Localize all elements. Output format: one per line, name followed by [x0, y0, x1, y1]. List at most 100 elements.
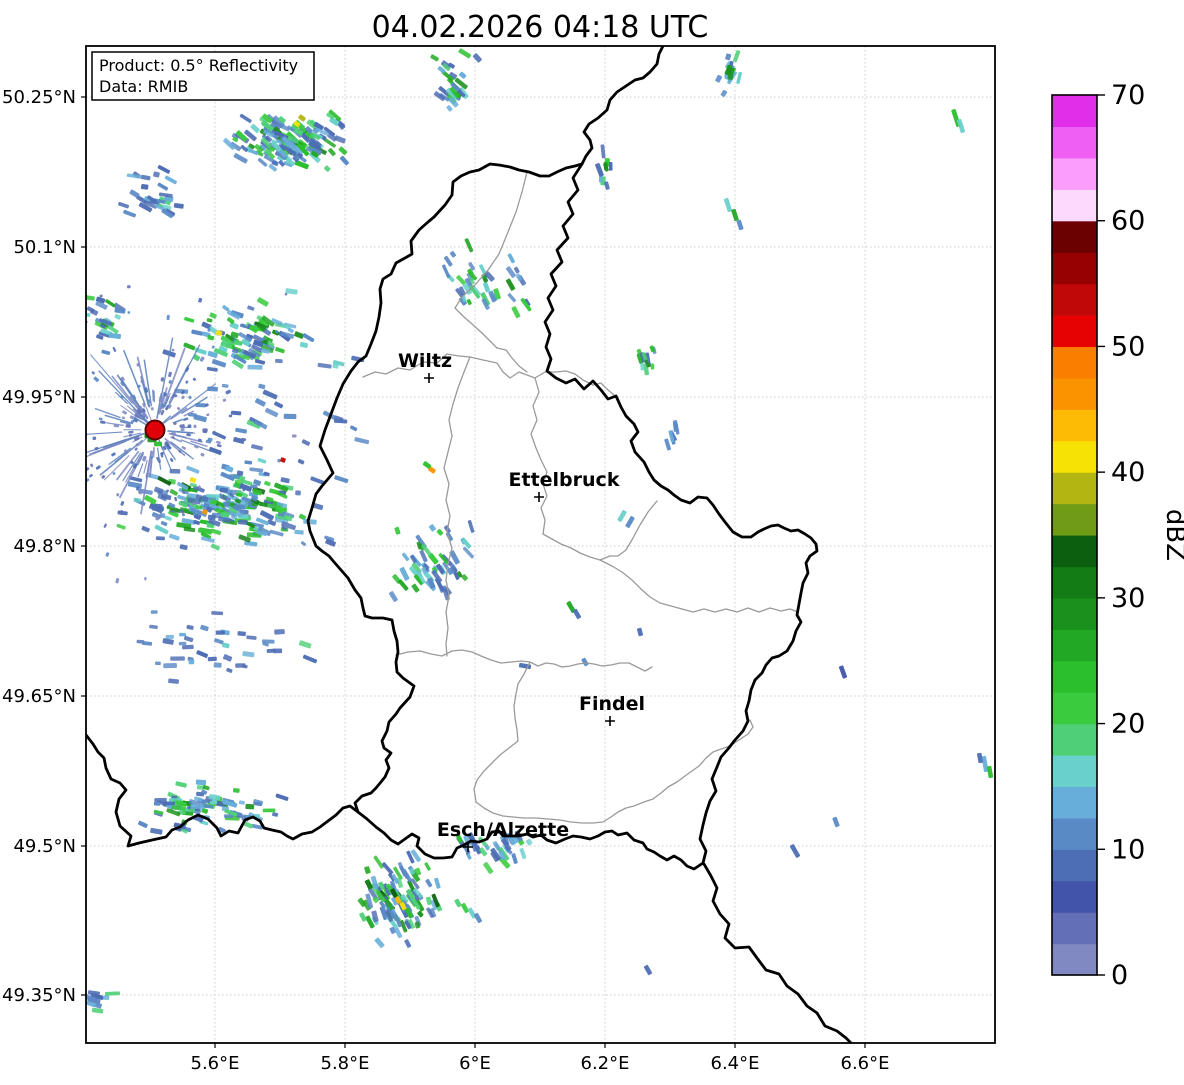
colorbar-cell	[1052, 378, 1097, 410]
city-label: Findel	[579, 693, 645, 715]
echo-cell	[651, 363, 655, 369]
echo-cell	[179, 642, 187, 646]
echo-cell	[292, 434, 297, 437]
echo-cell	[155, 515, 159, 520]
city-label: Wiltz	[398, 350, 452, 372]
echo-cell	[237, 631, 246, 636]
echo-cell	[114, 424, 120, 427]
colorbar-tick-label: 0	[1111, 960, 1128, 991]
echo-cell	[247, 365, 262, 370]
colorbar-cell	[1052, 535, 1097, 567]
colorbar-cell	[1052, 189, 1097, 221]
echo-cell	[182, 645, 194, 650]
colorbar-cell	[1052, 724, 1097, 756]
echo-cell	[245, 804, 254, 810]
x-tick-label: 6.2°E	[581, 1053, 630, 1074]
echo-cell	[189, 659, 195, 664]
y-tick-label: 49.5°N	[13, 836, 76, 857]
colorbar-cell	[1052, 409, 1097, 441]
echo-cell	[188, 808, 195, 812]
colorbar-cell	[1052, 346, 1097, 378]
colorbar-cell	[1052, 472, 1097, 504]
colorbar-cell	[1052, 661, 1097, 693]
echo-cell	[155, 662, 161, 666]
y-tick-label: 50.1°N	[13, 237, 76, 258]
y-tick-label: 49.65°N	[2, 686, 76, 707]
echo-cell	[263, 808, 276, 812]
y-tick-label: 50.25°N	[2, 87, 76, 108]
colorbar-cell	[1052, 598, 1097, 630]
echo-cell	[609, 162, 613, 171]
colorbar-cell	[1052, 786, 1097, 818]
echo-cell	[150, 456, 153, 460]
echo-cell	[206, 494, 220, 498]
echo-cell	[105, 991, 120, 995]
echo-cell	[141, 184, 149, 190]
echo-cell	[241, 438, 246, 441]
y-tick-label: 49.95°N	[2, 387, 76, 408]
echo-cell	[203, 804, 213, 808]
echo-cell	[238, 519, 247, 525]
city-label: Esch/Alzette	[437, 819, 569, 841]
echo-cell	[144, 577, 147, 581]
colorbar-cell	[1052, 566, 1097, 598]
clutter-spoke	[153, 390, 154, 401]
echo-cell	[179, 633, 186, 637]
map-title: 04.02.2026 04:18 UTC	[372, 10, 709, 45]
echo-cell	[166, 635, 174, 639]
echo-cell	[216, 630, 225, 634]
x-tick-label: 6°E	[459, 1053, 491, 1074]
echo-cell	[156, 536, 165, 540]
x-tick-label: 6.6°E	[841, 1053, 890, 1074]
echo-cell	[187, 424, 191, 428]
echo-cell	[128, 431, 134, 434]
echo-cell	[233, 788, 240, 793]
figure-background	[0, 0, 1184, 1081]
radar-site-layer	[146, 421, 165, 440]
echo-cell	[220, 488, 228, 493]
y-tick-label: 49.8°N	[13, 536, 76, 557]
city-label: Ettelbruck	[509, 469, 620, 491]
echo-cell	[294, 530, 303, 535]
colorbar-tick-label: 50	[1111, 331, 1145, 362]
colorbar-cell	[1052, 944, 1097, 976]
radar-map-svg: 04.02.2026 04:18 UTC Wiltz Ettelbruck Find…	[0, 0, 1184, 1081]
colorbar-tick-label: 40	[1111, 457, 1145, 488]
echo-cell	[673, 422, 678, 432]
echo-cell	[221, 512, 229, 517]
echo-cell	[295, 490, 301, 495]
echo-cell	[154, 802, 161, 806]
colorbar-cell	[1052, 881, 1097, 913]
echo-cell	[151, 610, 158, 614]
x-tick-label: 5.8°E	[321, 1053, 370, 1074]
colorbar-tick-label: 20	[1111, 709, 1145, 740]
echo-cell	[214, 662, 222, 668]
echo-cell	[163, 801, 175, 805]
x-tick-label: 6.4°E	[711, 1053, 760, 1074]
echo-cell	[166, 315, 170, 320]
colorbar-cell	[1052, 818, 1097, 850]
colorbar-cell	[1052, 912, 1097, 944]
colorbar-cell	[1052, 504, 1097, 536]
echo-cell	[170, 656, 185, 661]
colorbar-cell	[1052, 221, 1097, 253]
colorbar-cell	[1052, 755, 1097, 787]
echo-cell	[181, 429, 185, 432]
colorbar-cell	[1052, 284, 1097, 316]
radar-site-marker	[146, 421, 165, 440]
colorbar-cell	[1052, 252, 1097, 284]
colorbar-cell	[1052, 126, 1097, 158]
colorbar-cell	[1052, 692, 1097, 724]
colorbar-axis-label: dBZ	[1160, 509, 1184, 561]
echo-cell	[202, 428, 207, 432]
echo-cell	[208, 657, 217, 662]
colorbar-tick-label: 30	[1111, 583, 1145, 614]
colorbar-tick-label: 60	[1111, 206, 1145, 237]
clutter-spoke	[154, 447, 155, 457]
echo-cell	[274, 629, 285, 635]
radar-figure: 04.02.2026 04:18 UTC Wiltz Ettelbruck Find…	[0, 0, 1184, 1081]
echo-cell	[157, 458, 161, 461]
colorbar-cell	[1052, 158, 1097, 190]
echo-cell	[154, 442, 162, 447]
colorbar-tick-label: 10	[1111, 834, 1145, 865]
